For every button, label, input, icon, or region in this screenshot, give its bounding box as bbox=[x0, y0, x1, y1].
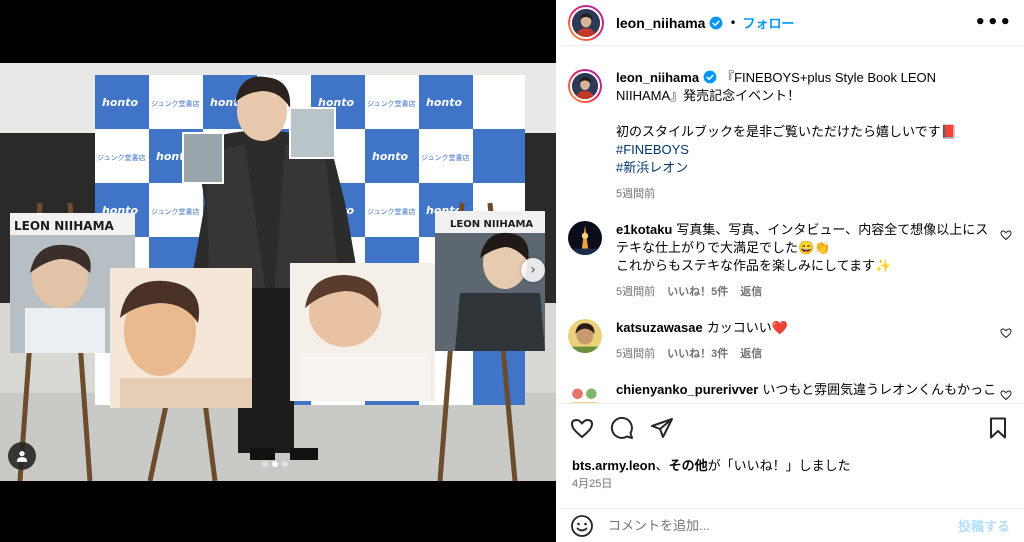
post-photo[interactable]: honto honto honto honto honto honto hont… bbox=[0, 63, 556, 481]
comment-body: chienyanko_purerivver いつもと雰囲気違うレオンくんもかっこ bbox=[616, 381, 1012, 399]
chevron-right-icon: › bbox=[530, 262, 536, 278]
carousel-dot bbox=[272, 461, 278, 467]
author-avatar-image bbox=[572, 8, 600, 37]
share-paper-plane-icon[interactable] bbox=[650, 416, 674, 440]
comment-timestamp[interactable]: 5週間前 bbox=[616, 345, 655, 363]
caption-timestamp[interactable]: 5週間前 bbox=[616, 185, 655, 203]
bookmark-save-icon[interactable] bbox=[986, 416, 1010, 440]
reply-button[interactable]: 返信 bbox=[740, 345, 762, 363]
event-photo-illustration: honto honto honto honto honto honto hont… bbox=[0, 63, 556, 481]
comment-meta: 5週間前 いいね！3件 返信 bbox=[616, 345, 990, 363]
carousel-dot bbox=[282, 461, 288, 467]
svg-text:ジュンク堂書店: ジュンク堂書店 bbox=[367, 99, 416, 108]
caption-avatar-image bbox=[572, 73, 598, 99]
poster-board-right-center bbox=[290, 263, 435, 401]
comment-body: katsuzawasae カッコいい❤️ 5週間前 いいね！3件 返信 bbox=[616, 319, 1012, 363]
reply-button[interactable]: 返信 bbox=[740, 283, 762, 301]
like-heart-icon[interactable] bbox=[570, 416, 594, 440]
caption-body: leon_niihama 『FINEBOYS+plus Style Book LE… bbox=[616, 69, 1012, 203]
commenter-avatar-image bbox=[568, 319, 602, 353]
more-options-icon[interactable]: ••• bbox=[974, 12, 1012, 33]
verified-badge-icon bbox=[703, 70, 717, 84]
follow-button[interactable]: フォロー bbox=[743, 13, 795, 32]
comment-item: e1kotaku 写真集、写真、インタビュー、内容全て想像以上にステキな仕上がりで… bbox=[568, 221, 1012, 301]
svg-text:ジュンク堂書店: ジュンク堂書店 bbox=[97, 153, 146, 162]
commenter-avatar[interactable] bbox=[568, 319, 602, 353]
comment-timestamp[interactable]: 5週間前 bbox=[616, 283, 655, 301]
post-header: leon_niihama • フォロー ••• bbox=[556, 0, 1024, 46]
svg-text:LEON NIIHAMA: LEON NIIHAMA bbox=[450, 219, 533, 230]
carousel-indicator bbox=[262, 461, 288, 467]
likes-summary: bts.army.leon、その他が「いいね！」しました bbox=[572, 458, 851, 473]
svg-text:honto: honto bbox=[372, 150, 408, 163]
comment-likes[interactable]: いいね！5件 bbox=[667, 283, 728, 301]
post-actions-bar bbox=[556, 403, 1024, 451]
comment-text: いつもと雰囲気違うレオンくんもかっこ bbox=[762, 382, 997, 397]
comment-username[interactable]: chienyanko_purerivver bbox=[616, 382, 758, 397]
comment-bubble-icon[interactable] bbox=[610, 416, 634, 440]
post-date[interactable]: 4月25日 bbox=[572, 475, 612, 491]
emoji-picker-icon[interactable] bbox=[570, 514, 594, 538]
separator-dot: • bbox=[729, 15, 737, 30]
comment-likes[interactable]: いいね！3件 bbox=[667, 345, 728, 363]
post-details-panel: leon_niihama • フォロー ••• leon_niihama 『FI… bbox=[556, 0, 1024, 542]
next-image-button[interactable]: › bbox=[521, 258, 545, 282]
poster-board-center bbox=[110, 268, 252, 408]
comment-like-heart-icon[interactable] bbox=[1000, 229, 1012, 241]
comment-item: chienyanko_purerivver いつもと雰囲気違うレオンくんもかっこ bbox=[568, 381, 1012, 403]
post-caption: leon_niihama 『FINEBOYS+plus Style Book LE… bbox=[568, 69, 1012, 203]
svg-text:ジュンク堂書店: ジュンク堂書店 bbox=[421, 153, 470, 162]
caption-meta: 5週間前 bbox=[616, 185, 990, 203]
svg-text:honto: honto bbox=[102, 96, 138, 109]
comment-meta: 5週間前 いいね！5件 返信 bbox=[616, 283, 990, 301]
commenter-avatar[interactable] bbox=[568, 221, 602, 255]
carousel-dot bbox=[262, 461, 268, 467]
comments-list[interactable]: leon_niihama 『FINEBOYS+plus Style Book LE… bbox=[556, 47, 1024, 403]
liked-by-others[interactable]: その他 bbox=[669, 458, 708, 473]
comment-username[interactable]: e1kotaku bbox=[616, 222, 672, 237]
svg-text:LEON NIIHAMA: LEON NIIHAMA bbox=[14, 219, 115, 233]
post-comment-button[interactable]: 投稿する bbox=[958, 516, 1010, 535]
caption-username[interactable]: leon_niihama bbox=[616, 70, 699, 85]
comment-composer: 投稿する bbox=[556, 508, 1024, 542]
commenter-avatar[interactable] bbox=[568, 381, 602, 403]
comment-body: e1kotaku 写真集、写真、インタビュー、内容全て想像以上にステキな仕上がりで… bbox=[616, 221, 1012, 301]
svg-text:honto: honto bbox=[426, 96, 462, 109]
likes-suffix: が「いいね！」しました bbox=[707, 458, 851, 473]
user-tag-icon bbox=[16, 451, 28, 462]
verified-badge-icon bbox=[710, 16, 723, 29]
caption-author-avatar[interactable] bbox=[568, 69, 602, 103]
post-media: honto honto honto honto honto honto hont… bbox=[0, 0, 556, 542]
commenter-avatar-image bbox=[568, 381, 602, 403]
comment-username[interactable]: katsuzawasae bbox=[616, 320, 703, 335]
comment-like-heart-icon[interactable] bbox=[1000, 327, 1012, 339]
svg-text:ジュンク堂書店: ジュンク堂書店 bbox=[151, 207, 200, 216]
hashtag-link[interactable]: #新浜レオン bbox=[616, 159, 990, 177]
comment-item: katsuzawasae カッコいい❤️ 5週間前 いいね！3件 返信 bbox=[568, 319, 1012, 363]
commenter-avatar-image bbox=[568, 221, 602, 255]
svg-text:ジュンク堂書店: ジュンク堂書店 bbox=[151, 99, 200, 108]
liked-by-user[interactable]: bts.army.leon bbox=[572, 458, 656, 473]
comment-input[interactable] bbox=[608, 518, 958, 533]
author-username[interactable]: leon_niihama bbox=[616, 15, 705, 31]
tagged-people-button[interactable] bbox=[8, 442, 36, 470]
author-avatar[interactable] bbox=[568, 4, 604, 41]
comment-like-heart-icon[interactable] bbox=[1000, 389, 1012, 401]
hashtag-link[interactable]: #FINEBOYS bbox=[616, 141, 990, 159]
svg-text:ジュンク堂書店: ジュンク堂書店 bbox=[367, 207, 416, 216]
comment-text: カッコいい❤️ bbox=[706, 320, 788, 335]
